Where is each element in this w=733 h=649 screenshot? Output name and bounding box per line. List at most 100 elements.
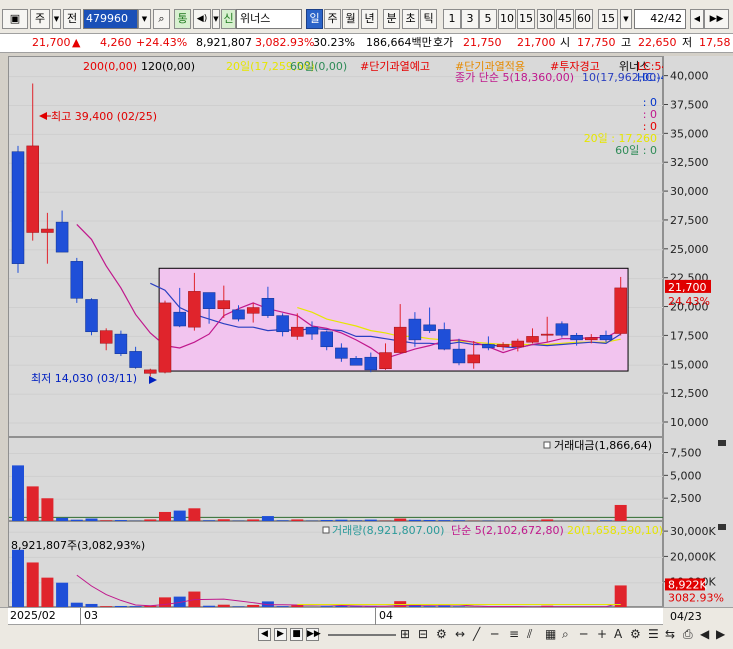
zoom-in-icon[interactable]: + [597, 627, 607, 641]
panel-close-icon[interactable] [718, 440, 726, 446]
ma-legend-item[interactable]: 200(0,00) [83, 60, 137, 73]
amount-bar[interactable] [41, 498, 54, 522]
candle[interactable] [99, 330, 113, 344]
amount-chart[interactable]: 거래대금(1,866,64) [9, 438, 664, 522]
horizontal-line-icon[interactable]: ─ [491, 627, 498, 641]
candle[interactable] [202, 292, 216, 309]
candle[interactable] [41, 228, 54, 233]
interval-tab[interactable]: 3 [461, 9, 479, 29]
zoom-slider[interactable] [328, 634, 396, 636]
candle[interactable] [232, 309, 245, 320]
stock-name-input[interactable]: 위너스 [236, 9, 302, 29]
candle[interactable] [217, 300, 231, 309]
type-dropdown-icon[interactable]: ▼ [52, 9, 61, 29]
interval-dropdown-icon[interactable]: ▼ [620, 9, 632, 29]
candle[interactable] [320, 331, 333, 348]
period-tab[interactable]: 틱 [420, 9, 437, 29]
interval-tab[interactable]: 1 [443, 9, 461, 29]
trend-line-icon[interactable]: ╱ [473, 627, 480, 641]
interval-tab[interactable]: 60 [575, 9, 593, 29]
candle[interactable] [158, 302, 172, 373]
period-tab[interactable]: 일 [306, 9, 323, 29]
text-icon[interactable]: A [614, 627, 622, 641]
candle[interactable] [349, 358, 363, 366]
candle[interactable] [511, 340, 525, 348]
candle[interactable] [599, 334, 613, 341]
stock-code-input[interactable]: 479960 [83, 9, 138, 29]
interval-tab[interactable]: 45 [556, 9, 574, 29]
interval-tab[interactable]: 30 [537, 9, 555, 29]
period-tab[interactable]: 분 [383, 9, 400, 29]
candle[interactable] [11, 151, 25, 264]
candle[interactable] [555, 323, 569, 336]
candle[interactable] [438, 329, 451, 350]
price-panel[interactable]: 최고 39,400 (02/25) 최저 14,030 (03/11) 200(0,… [8, 56, 692, 438]
candle[interactable] [70, 261, 84, 299]
candle[interactable] [85, 299, 98, 333]
candle[interactable] [423, 324, 436, 331]
volume-bar[interactable] [56, 582, 69, 608]
candle[interactable] [570, 334, 583, 341]
amount-bar[interactable] [12, 465, 24, 522]
sound-dropdown-icon[interactable]: ▼ [212, 9, 220, 29]
candle[interactable] [482, 344, 495, 349]
candle[interactable] [188, 291, 201, 328]
volume-chart[interactable]: 거래량(8,921,807.00) 단순 5(2,102,672,80) 20(1,… [9, 522, 664, 608]
amount-bar[interactable] [614, 504, 627, 522]
candle[interactable] [526, 336, 539, 343]
scroll-left-icon[interactable]: ◀ [258, 628, 271, 641]
candle[interactable] [614, 287, 627, 334]
page-prev-icon[interactable]: ◀ [690, 9, 704, 29]
candle[interactable] [276, 315, 289, 333]
period-tab[interactable]: 주 [324, 9, 341, 29]
layout-icon[interactable]: ▣ [2, 9, 28, 29]
candle[interactable] [26, 145, 39, 233]
volume-panel-checkbox[interactable] [322, 526, 330, 534]
amount-bar[interactable] [188, 508, 201, 522]
candle[interactable] [496, 344, 510, 348]
candle[interactable] [173, 311, 186, 327]
ma-legend-item[interactable]: 종가 단순 5(18,360,00) [455, 71, 574, 84]
interval-tab[interactable]: 15 [598, 9, 618, 29]
amount-bar[interactable] [26, 486, 39, 522]
grid-icon[interactable]: ⊟ [418, 627, 428, 641]
search-icon[interactable]: ⌕ [153, 9, 170, 29]
candle[interactable] [305, 326, 319, 335]
type-menu[interactable]: 주 [30, 9, 50, 29]
candle[interactable] [540, 333, 554, 336]
volume-bar[interactable] [41, 577, 54, 608]
ma-legend-item[interactable]: #단기과열예고 [360, 60, 430, 73]
candle[interactable] [144, 369, 157, 374]
volume-bar[interactable] [26, 562, 39, 608]
period-tab[interactable]: 초 [402, 9, 419, 29]
draw-tools-icon[interactable]: ⊞ [400, 627, 410, 641]
volume-bar[interactable] [12, 549, 24, 608]
candle[interactable] [379, 352, 392, 369]
prev-button[interactable]: 전 [63, 9, 81, 29]
candlestick-chart[interactable]: 최고 39,400 (02/25) 최저 14,030 (03/11) 200(0,… [9, 57, 692, 438]
amount-panel-checkbox[interactable] [543, 441, 551, 449]
interval-tab[interactable]: 5 [479, 9, 497, 29]
ma-legend-item[interactable]: 120(0,00) [141, 60, 195, 73]
volume-legend-item[interactable]: 단순 5(2,102,672,80) [451, 524, 564, 537]
candle[interactable] [393, 326, 407, 353]
candle[interactable] [364, 356, 378, 371]
code-dropdown-icon[interactable]: ▼ [138, 9, 151, 29]
compare-icon[interactable]: ⇆ [665, 627, 675, 641]
fast-forward-icon[interactable]: ▶▶ [306, 628, 321, 641]
zoom-out-icon[interactable]: ─ [580, 627, 587, 641]
range-icon[interactable]: ↔ [455, 627, 465, 641]
candle[interactable] [408, 318, 422, 341]
panel-close-icon[interactable] [718, 524, 726, 530]
play-icon[interactable]: ▶ [274, 628, 287, 641]
page-indicator[interactable]: 42/42 [634, 9, 686, 29]
candle[interactable] [246, 307, 260, 314]
interval-tab[interactable]: 15 [517, 9, 535, 29]
candle[interactable] [291, 326, 304, 337]
amount-panel[interactable]: 거래대금(1,866,64) [8, 437, 664, 522]
candle[interactable] [261, 298, 275, 316]
stop-icon[interactable]: ■ [290, 628, 303, 641]
scroll-start-icon[interactable]: ◀ [700, 627, 709, 641]
pattern-icon[interactable]: ⚙ [630, 627, 641, 641]
settings-icon[interactable]: ⚙ [436, 627, 447, 641]
